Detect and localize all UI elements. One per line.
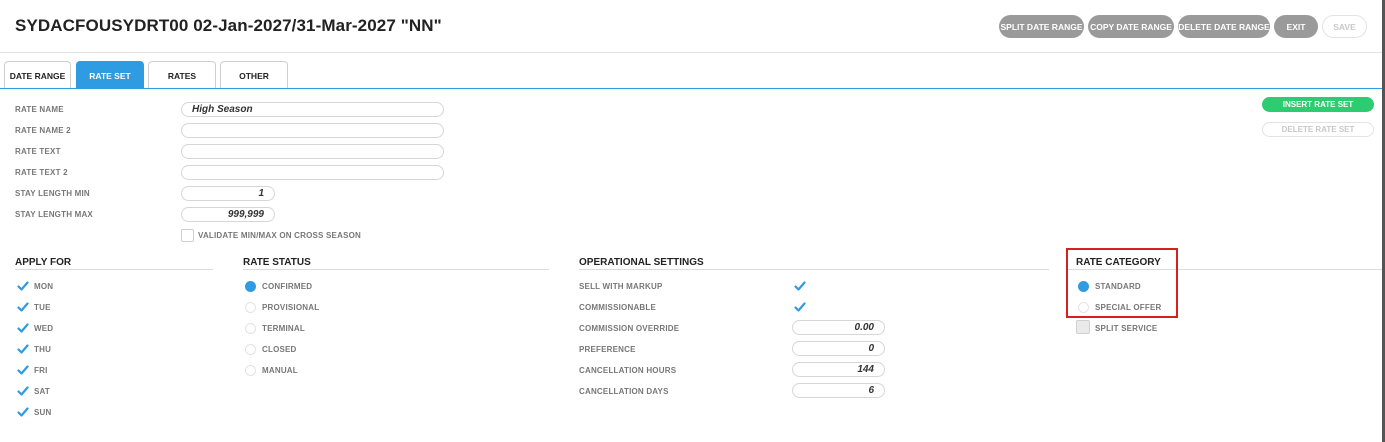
day-sun-label: SUN bbox=[34, 408, 52, 417]
save-button[interactable]: SAVE bbox=[1322, 15, 1367, 38]
sell-with-markup-label: SELL WITH MARKUP bbox=[579, 282, 663, 291]
check-icon[interactable] bbox=[17, 385, 29, 397]
tab-date-range[interactable]: DATE RANGE bbox=[4, 61, 71, 89]
stay-length-max-input[interactable]: 999,999 bbox=[181, 207, 275, 222]
preference-input[interactable]: 0 bbox=[792, 341, 885, 356]
operational-settings-title: OPERATIONAL SETTINGS bbox=[579, 257, 704, 268]
check-icon[interactable] bbox=[17, 301, 29, 313]
stay-length-max-label: STAY LENGTH MAX bbox=[15, 210, 93, 219]
cancellation-days-input[interactable]: 6 bbox=[792, 383, 885, 398]
day-tue-label: TUE bbox=[34, 303, 51, 312]
confirmed-radio[interactable] bbox=[245, 281, 256, 292]
rate-name-label: RATE NAME bbox=[15, 105, 64, 114]
day-mon-label: MON bbox=[34, 282, 54, 291]
rate-text-label: RATE TEXT bbox=[15, 147, 61, 156]
rate-text-2-label: RATE TEXT 2 bbox=[15, 168, 68, 177]
apply-for-divider bbox=[15, 269, 213, 270]
apply-for-title: APPLY FOR bbox=[15, 257, 72, 268]
tab-rate-set[interactable]: RATE SET bbox=[76, 61, 144, 89]
check-icon[interactable] bbox=[17, 364, 29, 376]
commission-override-label: COMMISSION OVERRIDE bbox=[579, 324, 680, 333]
header-divider bbox=[0, 52, 1382, 53]
check-icon[interactable] bbox=[17, 343, 29, 355]
rate-text-input[interactable] bbox=[181, 144, 444, 159]
closed-label: CLOSED bbox=[262, 345, 297, 354]
rate-status-title: RATE STATUS bbox=[243, 257, 311, 268]
page-title: SYDACFOUSYDRT00 02-Jan-2027/31-Mar-2027 … bbox=[15, 16, 442, 35]
tab-underline bbox=[0, 88, 1382, 89]
rate-name-2-input[interactable] bbox=[181, 123, 444, 138]
exit-button[interactable]: EXIT bbox=[1274, 15, 1318, 38]
stay-length-min-input[interactable]: 1 bbox=[181, 186, 275, 201]
stay-length-min-label: STAY LENGTH MIN bbox=[15, 189, 90, 198]
check-icon[interactable] bbox=[17, 280, 29, 292]
rate-name-2-label: RATE NAME 2 bbox=[15, 126, 71, 135]
terminal-label: TERMINAL bbox=[262, 324, 305, 333]
split-service-label: SPLIT SERVICE bbox=[1095, 324, 1158, 333]
day-fri-label: FRI bbox=[34, 366, 48, 375]
rate-category-highlight bbox=[1066, 248, 1178, 318]
day-thu-label: THU bbox=[34, 345, 52, 354]
rate-status-divider bbox=[243, 269, 549, 270]
provisional-label: PROVISIONAL bbox=[262, 303, 320, 312]
check-icon[interactable] bbox=[794, 280, 806, 292]
confirmed-label: CONFIRMED bbox=[262, 282, 313, 291]
rate-text-2-input[interactable] bbox=[181, 165, 444, 180]
provisional-radio[interactable] bbox=[245, 302, 256, 313]
operational-settings-divider bbox=[579, 269, 1049, 270]
manual-radio[interactable] bbox=[245, 365, 256, 376]
split-service-checkbox[interactable] bbox=[1076, 320, 1090, 334]
manual-label: MANUAL bbox=[262, 366, 298, 375]
commission-override-input[interactable]: 0.00 bbox=[792, 320, 885, 335]
check-icon[interactable] bbox=[794, 301, 806, 313]
commissionable-label: COMMISSIONABLE bbox=[579, 303, 657, 312]
copy-date-range-button[interactable]: COPY DATE RANGE bbox=[1088, 15, 1174, 38]
delete-rate-set-button[interactable]: DELETE RATE SET bbox=[1262, 122, 1374, 137]
preference-label: PREFERENCE bbox=[579, 345, 636, 354]
cancellation-days-label: CANCELLATION DAYS bbox=[579, 387, 669, 396]
delete-date-range-button[interactable]: DELETE DATE RANGE bbox=[1178, 15, 1270, 38]
tab-rates[interactable]: RATES bbox=[148, 61, 216, 89]
validate-min-max-label: VALIDATE MIN/MAX ON CROSS SEASON bbox=[198, 231, 362, 240]
day-wed-label: WED bbox=[34, 324, 54, 333]
check-icon[interactable] bbox=[17, 322, 29, 334]
cancellation-hours-label: CANCELLATION HOURS bbox=[579, 366, 677, 375]
closed-radio[interactable] bbox=[245, 344, 256, 355]
terminal-radio[interactable] bbox=[245, 323, 256, 334]
split-date-range-button[interactable]: SPLIT DATE RANGE bbox=[999, 15, 1084, 38]
check-icon[interactable] bbox=[17, 406, 29, 418]
validate-min-max-checkbox[interactable] bbox=[181, 229, 194, 242]
day-sat-label: SAT bbox=[34, 387, 51, 396]
cancellation-hours-input[interactable]: 144 bbox=[792, 362, 885, 377]
rate-name-input[interactable]: High Season bbox=[181, 102, 444, 117]
insert-rate-set-button[interactable]: INSERT RATE SET bbox=[1262, 97, 1374, 112]
tab-other[interactable]: OTHER bbox=[220, 61, 288, 89]
